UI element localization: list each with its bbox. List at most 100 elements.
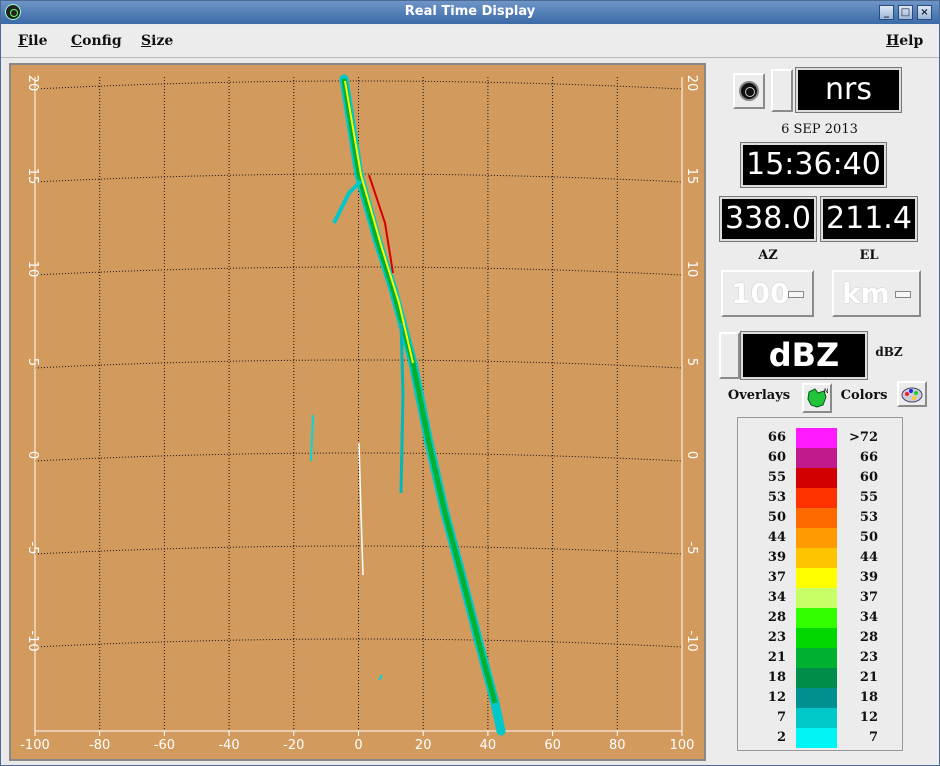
field-toggle[interactable] — [719, 332, 740, 379]
menu-file[interactable]: File — [18, 33, 48, 49]
color-legend: 66 >72 60 66 55 60 53 55 50 53 44 50 39 44 37 39 34 37 28 3… — [737, 417, 903, 751]
x-tick-label: -100 — [20, 738, 50, 753]
palette-icon — [901, 387, 923, 403]
legend-low-value: 44 — [767, 530, 786, 545]
menu-help[interactable]: Help — [886, 33, 923, 49]
menu-config[interactable]: Config — [71, 33, 122, 49]
minimize-icon[interactable]: _ — [879, 5, 894, 20]
legend-low-value: 39 — [767, 550, 786, 565]
legend-high-value: 50 — [859, 530, 878, 545]
y-tick-label-right: -5 — [684, 542, 699, 555]
legend-low-value: 55 — [767, 470, 786, 485]
az-display: 338.0 — [719, 196, 817, 242]
x-tick-label: 60 — [544, 738, 561, 753]
dropdown-indicator-icon — [788, 291, 804, 298]
legend-row: 21 23 — [738, 648, 904, 668]
radar-toggle[interactable] — [771, 69, 793, 112]
x-tick-label: 0 — [354, 738, 362, 753]
time-display: 15:36:40 — [740, 142, 887, 188]
legend-row: 28 34 — [738, 608, 904, 628]
legend-swatch — [796, 668, 837, 688]
legend-swatch — [796, 688, 837, 708]
legend-high-value: >72 — [849, 430, 878, 445]
el-display: 211.4 — [820, 196, 918, 242]
y-tick-label-left: 0 — [25, 451, 40, 459]
colors-button[interactable] — [897, 381, 927, 407]
y-tick-label-right: 0 — [684, 451, 699, 459]
echo-branch — [399, 322, 405, 494]
legend-swatch — [796, 628, 837, 648]
legend-high-value: 7 — [868, 730, 878, 745]
legend-row: 12 18 — [738, 688, 904, 708]
overlays-button[interactable]: N — [802, 383, 832, 413]
legend-low-value: 50 — [767, 510, 786, 525]
legend-row: 66 >72 — [738, 428, 904, 448]
y-tick-label-left: -5 — [25, 542, 40, 555]
legend-swatch — [796, 588, 837, 608]
map-icon: N — [807, 388, 829, 408]
x-tick-label: 20 — [415, 738, 432, 753]
x-tick-label: -60 — [154, 738, 175, 753]
radar-name-display: nrs — [795, 67, 902, 113]
menu-bar: File Config Size Help — [1, 25, 939, 58]
az-label: AZ — [758, 248, 778, 263]
legend-high-value: 34 — [859, 610, 878, 625]
close-icon[interactable]: × — [917, 5, 932, 20]
legend-row: 23 28 — [738, 628, 904, 648]
svg-text:N: N — [824, 388, 829, 395]
legend-row: 18 21 — [738, 668, 904, 688]
y-tick-label-right: -10 — [684, 630, 699, 651]
app-window: Real Time Display _ □ × File Config Size… — [0, 0, 940, 766]
date-label: 6 SEP 2013 — [781, 122, 858, 137]
legend-low-value: 12 — [767, 690, 786, 705]
radar-select-button[interactable] — [733, 73, 765, 109]
legend-low-value: 37 — [767, 570, 786, 585]
maximize-icon[interactable]: □ — [898, 5, 913, 20]
y-tick-label-left: 10 — [25, 261, 40, 278]
legend-row: 50 53 — [738, 508, 904, 528]
x-tick-label: 40 — [480, 738, 497, 753]
legend-row: 34 37 — [738, 588, 904, 608]
legend-high-value: 21 — [859, 670, 878, 685]
legend-row: 53 55 — [738, 488, 904, 508]
colors-label: Colors — [840, 388, 888, 403]
legend-swatch — [796, 448, 837, 468]
y-tick-label-left: -10 — [25, 630, 40, 651]
el-label: EL — [859, 248, 879, 263]
radar-plot[interactable]: -100 -80 -60 -40 -20 0 20 40 60 80 10020 2015 1510 10… — [9, 63, 706, 761]
window-title: Real Time Display — [404, 4, 536, 19]
unit-selector[interactable]: km — [832, 270, 921, 317]
title-bar[interactable]: Real Time Display _ □ × — [1, 1, 939, 24]
legend-high-value: 18 — [859, 690, 878, 705]
legend-swatch — [796, 548, 837, 568]
menu-size[interactable]: Size — [141, 33, 173, 49]
field-units-label: dBZ — [875, 345, 903, 359]
legend-low-value: 2 — [776, 730, 786, 745]
legend-low-value: 7 — [776, 710, 786, 725]
dropdown-indicator-icon — [895, 291, 911, 298]
legend-swatch — [796, 488, 837, 508]
legend-low-value: 66 — [767, 430, 786, 445]
x-tick-label: -20 — [283, 738, 304, 753]
y-tick-label-left: 20 — [25, 75, 40, 92]
legend-swatch — [796, 728, 837, 748]
legend-high-value: 12 — [859, 710, 878, 725]
y-tick-label-right: 15 — [684, 168, 699, 185]
legend-row: 37 39 — [738, 568, 904, 588]
legend-swatch — [796, 608, 837, 628]
legend-high-value: 23 — [859, 650, 878, 665]
legend-row: 27 — [738, 728, 904, 748]
legend-low-value: 21 — [767, 650, 786, 665]
legend-swatch — [796, 568, 837, 588]
range-selector[interactable]: 100 — [721, 270, 814, 317]
y-tick-label-left: 15 — [25, 168, 40, 185]
legend-high-value: 53 — [859, 510, 878, 525]
radar-dish-icon — [739, 81, 759, 101]
legend-low-value: 18 — [767, 670, 786, 685]
y-tick-label-left: 5 — [25, 358, 40, 366]
x-tick-label: 80 — [609, 738, 626, 753]
y-tick-label-right: 5 — [684, 358, 699, 366]
legend-high-value: 37 — [859, 590, 878, 605]
legend-row: 44 50 — [738, 528, 904, 548]
legend-high-value: 60 — [859, 470, 878, 485]
